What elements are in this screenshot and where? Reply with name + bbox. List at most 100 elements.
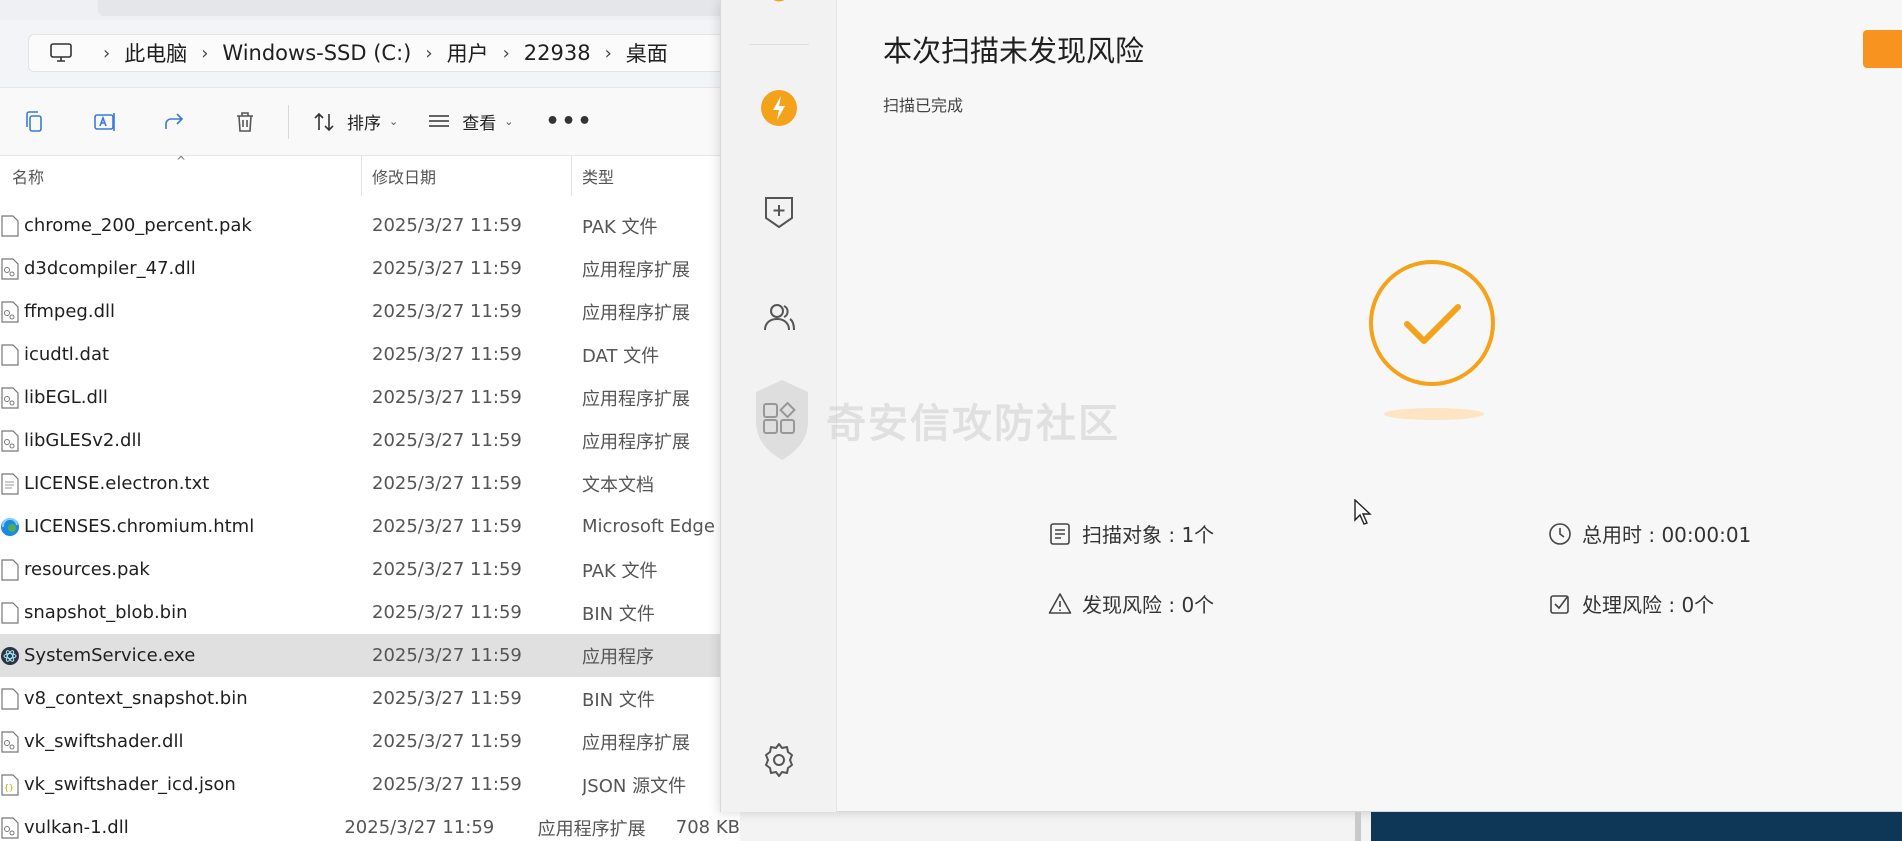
file-row[interactable]: SystemService.exe 2025/3/27 11:59 应用程序 <box>0 634 740 677</box>
action-button[interactable] <box>1863 30 1902 68</box>
watermark: 奇安信攻防社区 <box>750 378 1120 462</box>
file-row[interactable]: resources.pak 2025/3/27 11:59 PAK 文件 <box>0 548 740 591</box>
file-row[interactable]: libEGL.dll 2025/3/27 11:59 应用程序扩展 <box>0 376 740 419</box>
file-row[interactable]: icudtl.dat 2025/3/27 11:59 DAT 文件 <box>0 333 740 376</box>
file-type: 应用程序扩展 <box>582 732 690 754</box>
file-row[interactable]: v8_context_snapshot.bin 2025/3/27 11:59 BI… <box>0 677 740 720</box>
file-type: 文本文档 <box>582 474 654 496</box>
file-icon <box>1 601 19 624</box>
file-name: resources.pak <box>24 559 150 580</box>
file-name: LICENSE.electron.txt <box>24 473 210 494</box>
file-row[interactable]: vk_swiftshader.dll 2025/3/27 11:59 应用程序扩展 <box>0 720 740 763</box>
sidebar-item-settings[interactable] <box>759 740 799 780</box>
clock-icon <box>1549 522 1571 545</box>
trash-icon <box>237 111 253 132</box>
mouse-cursor-icon <box>1354 499 1372 525</box>
document-list-icon <box>1050 522 1070 545</box>
share-icon <box>165 112 184 129</box>
warning-icon <box>1048 592 1072 614</box>
lightning-icon <box>761 90 797 126</box>
file-date: 2025/3/27 11:59 <box>344 817 495 838</box>
view-button[interactable]: 查看 ⌄ <box>412 102 527 142</box>
explorer-tab[interactable] <box>98 0 738 16</box>
breadcrumb-item[interactable]: 桌面 <box>626 38 668 68</box>
file-list: chrome_200_percent.pak 2025/3/27 11:59 PAK… <box>0 204 740 841</box>
file-date: 2025/3/27 11:59 <box>372 731 522 752</box>
dll-file-icon <box>1 257 19 280</box>
chevron-right-icon: › <box>425 42 433 64</box>
dll-file-icon <box>1 730 19 753</box>
file-date: 2025/3/27 11:59 <box>372 645 522 666</box>
file-icon <box>1 558 19 581</box>
share-button[interactable] <box>140 102 210 142</box>
file-row[interactable]: LICENSE.electron.txt 2025/3/27 11:59 文本文档 <box>0 462 740 505</box>
file-name: snapshot_blob.bin <box>24 602 188 623</box>
file-date: 2025/3/27 11:59 <box>372 602 522 623</box>
breadcrumb-item[interactable]: 22938 <box>524 41 591 65</box>
stat-total-time: 总用时 : 00:00:01 <box>1548 519 1751 548</box>
dll-file-icon <box>1 816 19 839</box>
breadcrumb[interactable]: › 此电脑 › Windows-SSD (C:) › 用户 › 22938 › … <box>28 34 738 72</box>
file-row[interactable]: vulkan-1.dll 2025/3/27 11:59 应用程序扩展 708 KB <box>0 806 740 841</box>
breadcrumb-item[interactable]: 用户 <box>447 38 489 68</box>
sidebar-item-quick-scan[interactable] <box>759 88 799 128</box>
address-bar-area: › 此电脑 › Windows-SSD (C:) › 用户 › 22938 › … <box>0 20 740 88</box>
file-size: 708 KB <box>675 817 740 838</box>
watermark-text: 奇安信攻防社区 <box>826 401 1120 447</box>
file-name: d3dcompiler_47.dll <box>24 258 196 279</box>
file-type: 应用程序扩展 <box>582 259 690 281</box>
file-name: SystemService.exe <box>24 645 196 666</box>
command-bar: 排序 ⌄ 查看 ⌄ ••• <box>0 88 740 156</box>
file-row[interactable]: d3dcompiler_47.dll 2025/3/27 11:59 应用程序扩展 <box>0 247 740 290</box>
file-name: ffmpeg.dll <box>24 301 116 322</box>
sidebar-item-protection[interactable] <box>759 192 799 232</box>
sort-button[interactable]: 排序 ⌄ <box>297 102 412 142</box>
file-row[interactable]: snapshot_blob.bin 2025/3/27 11:59 BIN 文件 <box>0 591 740 634</box>
file-row[interactable]: chrome_200_percent.pak 2025/3/27 11:59 PAK… <box>0 204 740 247</box>
scrollbar-remnant <box>1355 812 1361 841</box>
delete-button[interactable] <box>210 102 280 142</box>
file-row[interactable]: ffmpeg.dll 2025/3/27 11:59 应用程序扩展 <box>0 290 740 333</box>
app-logo-icon <box>773 0 785 2</box>
explorer-tab-strip <box>0 0 740 20</box>
sidebar-separator <box>749 44 809 45</box>
file-date: 2025/3/27 11:59 <box>372 387 522 408</box>
breadcrumb-item[interactable]: 此电脑 <box>124 38 187 68</box>
copy-icon <box>26 110 42 132</box>
chevron-right-icon: › <box>103 42 111 64</box>
file-type: 应用程序扩展 <box>582 302 690 324</box>
computer-icon <box>50 43 72 62</box>
sort-icon <box>314 112 334 131</box>
file-row[interactable]: libGLESv2.dll 2025/3/27 11:59 应用程序扩展 <box>0 419 740 462</box>
column-header-type[interactable]: 类型 <box>572 156 740 196</box>
file-type: DAT 文件 <box>582 345 660 367</box>
more-options-button[interactable]: ••• <box>527 109 611 134</box>
electron-app-icon <box>1 646 19 665</box>
watermark-logo-icon <box>756 380 808 460</box>
column-header-name-label: 名称 <box>12 168 45 187</box>
file-row[interactable]: LICENSES.chromium.html 2025/3/27 11:59 Mic… <box>0 505 740 548</box>
rename-button[interactable] <box>70 102 140 142</box>
scan-result-title: 本次扫描未发现风险 <box>883 34 1145 68</box>
stat-handled-risks-text: 处理风险 : 0个 <box>1582 593 1715 617</box>
file-name: icudtl.dat <box>24 344 110 365</box>
sort-ascending-icon: ^ <box>176 154 187 168</box>
file-row[interactable]: {} vk_swiftshader_icd.json 2025/3/27 11:59… <box>0 763 740 806</box>
chevron-down-icon: ⌄ <box>504 115 514 128</box>
dll-file-icon <box>1 386 19 409</box>
file-name: vk_swiftshader.dll <box>24 731 184 752</box>
file-name: vk_swiftshader_icd.json <box>24 774 236 795</box>
file-type: 应用程序扩展 <box>582 388 690 410</box>
file-date: 2025/3/27 11:59 <box>372 688 522 709</box>
view-label: 查看 <box>462 114 497 134</box>
check-shadow <box>1384 408 1484 420</box>
file-type: BIN 文件 <box>582 689 655 711</box>
partially-hidden-row <box>0 186 400 200</box>
file-type: 应用程序 <box>582 646 654 668</box>
copy-button[interactable] <box>0 102 70 142</box>
breadcrumb-item[interactable]: Windows-SSD (C:) <box>222 41 411 65</box>
sidebar-item-users[interactable] <box>759 297 799 337</box>
dll-file-icon <box>1 300 19 323</box>
file-date: 2025/3/27 11:59 <box>372 215 522 236</box>
file-date: 2025/3/27 11:59 <box>372 559 522 580</box>
